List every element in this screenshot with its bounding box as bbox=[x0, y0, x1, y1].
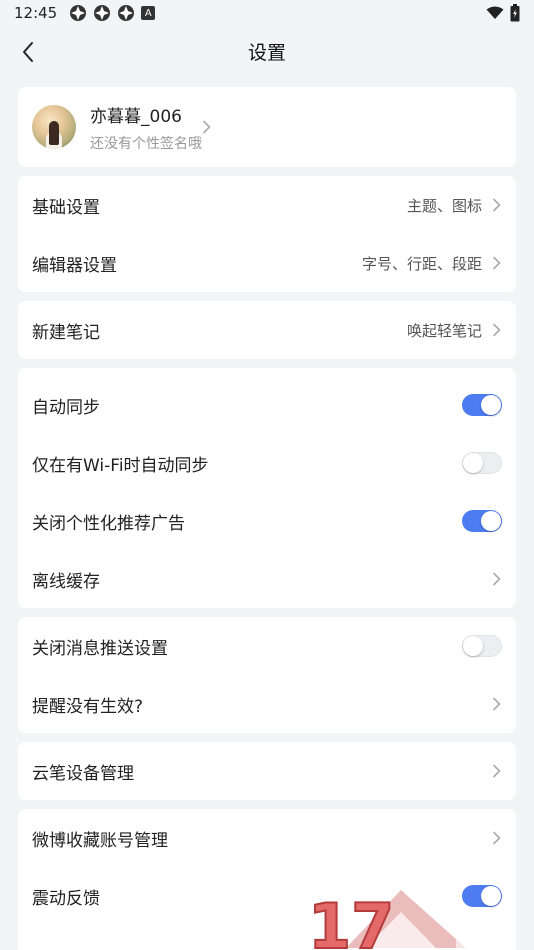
new-note-card: 新建笔记 唤起轻笔记 bbox=[18, 301, 516, 359]
nav-bar: 设置 bbox=[0, 26, 534, 76]
wifi-icon bbox=[486, 6, 504, 19]
pen-device-card: 云笔设备管理 bbox=[18, 742, 516, 800]
wifi-sync-label: 仅在有Wi-Fi时自动同步 bbox=[32, 455, 209, 476]
basic-settings-value: 主题、图标 bbox=[406, 196, 482, 215]
weibo-account-row[interactable]: 微博收藏账号管理 bbox=[18, 809, 516, 867]
auto-sync-row: 自动同步 bbox=[18, 376, 516, 434]
display-settings-card: 基础设置 主题、图标 编辑器设置 字号、行距、段距 bbox=[18, 176, 516, 292]
chevron-right-icon bbox=[493, 831, 501, 845]
badge-a-icon: A bbox=[141, 6, 156, 20]
reminder-label: 提醒没有生效? bbox=[32, 696, 144, 717]
push-toggle[interactable] bbox=[462, 635, 502, 657]
badge-a-letter: A bbox=[144, 7, 152, 19]
editor-settings-label: 编辑器设置 bbox=[32, 255, 117, 276]
watermark-text: 17 bbox=[308, 890, 394, 950]
status-bar: 12:45 A bbox=[0, 0, 534, 26]
profile-card[interactable]: 亦暮暮_006 还没有个性签名哦 bbox=[18, 87, 516, 167]
status-time: 12:45 bbox=[14, 4, 58, 22]
personalized-ads-row: 关闭个性化推荐广告 bbox=[18, 492, 516, 550]
new-note-label: 新建笔记 bbox=[32, 322, 100, 343]
profile-name: 亦暮暮_006 bbox=[90, 106, 182, 127]
back-arrow-icon bbox=[23, 42, 33, 62]
page-title: 设置 bbox=[247, 41, 286, 64]
profile-row[interactable]: 亦暮暮_006 还没有个性签名哦 bbox=[18, 87, 516, 167]
new-note-value: 唤起轻笔记 bbox=[406, 321, 482, 340]
wifi-sync-toggle[interactable] bbox=[462, 452, 502, 474]
chevron-right-icon bbox=[203, 120, 211, 134]
offline-cache-row[interactable]: 离线缓存 bbox=[18, 550, 516, 608]
chevron-right-icon bbox=[493, 572, 501, 586]
pen-device-label: 云笔设备管理 bbox=[32, 763, 134, 784]
chevron-right-icon bbox=[493, 323, 501, 337]
battery-icon bbox=[510, 4, 520, 22]
chevron-right-icon bbox=[493, 764, 501, 778]
watermark-logo: 17 bbox=[307, 889, 506, 950]
auto-sync-toggle[interactable] bbox=[462, 394, 502, 416]
vibrate-label: 震动反馈 bbox=[32, 888, 100, 909]
weibo-account-label: 微博收藏账号管理 bbox=[32, 830, 168, 851]
app-notification-icon bbox=[70, 5, 87, 21]
offline-cache-label: 离线缓存 bbox=[32, 571, 100, 592]
chevron-right-icon bbox=[493, 256, 501, 270]
avatar bbox=[32, 105, 76, 149]
push-settings-card: 关闭消息推送设置 提醒没有生效? bbox=[18, 617, 516, 733]
sync-settings-card: 自动同步 仅在有Wi-Fi时自动同步 关闭个性化推荐广告 离线缓存 bbox=[18, 368, 516, 608]
push-label: 关闭消息推送设置 bbox=[32, 638, 168, 659]
chevron-right-icon bbox=[493, 198, 501, 212]
personalized-ads-toggle[interactable] bbox=[462, 510, 502, 532]
new-note-row[interactable]: 新建笔记 唤起轻笔记 bbox=[18, 301, 516, 359]
pen-device-row[interactable]: 云笔设备管理 bbox=[18, 742, 516, 800]
basic-settings-label: 基础设置 bbox=[32, 197, 100, 218]
app-notification-icon bbox=[94, 5, 111, 21]
editor-settings-row[interactable]: 编辑器设置 字号、行距、段距 bbox=[18, 234, 516, 292]
system-icons bbox=[486, 4, 520, 22]
push-row: 关闭消息推送设置 bbox=[18, 617, 516, 675]
reminder-row[interactable]: 提醒没有生效? bbox=[18, 675, 516, 733]
app-notification-icon bbox=[118, 5, 135, 21]
notification-icons: A bbox=[69, 4, 156, 22]
personalized-ads-label: 关闭个性化推荐广告 bbox=[32, 513, 185, 534]
auto-sync-label: 自动同步 bbox=[32, 397, 100, 418]
profile-signature: 还没有个性签名哦 bbox=[90, 135, 202, 152]
wifi-sync-row: 仅在有Wi-Fi时自动同步 bbox=[18, 434, 516, 492]
chevron-right-icon bbox=[493, 697, 501, 711]
back-button[interactable] bbox=[14, 38, 42, 66]
editor-settings-value: 字号、行距、段距 bbox=[361, 254, 482, 273]
basic-settings-row[interactable]: 基础设置 主题、图标 bbox=[18, 176, 516, 234]
